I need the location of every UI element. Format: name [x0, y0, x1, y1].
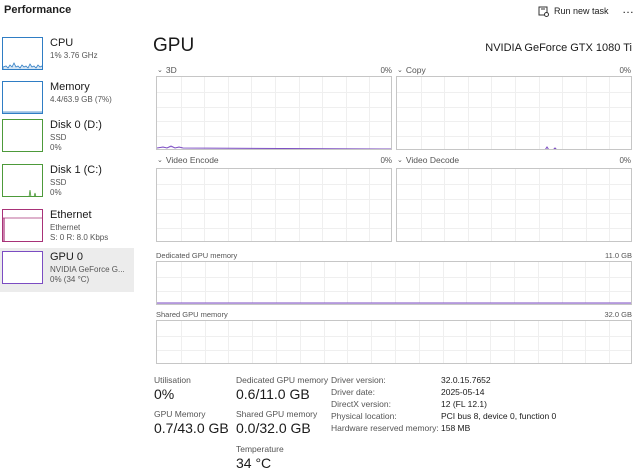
- dedicated-memory-graph: [156, 261, 632, 305]
- sidebar-item-sub: 0% (34 °C): [50, 275, 90, 284]
- sidebar-item-name: Disk 0 (D:): [50, 119, 102, 131]
- gpu-title: GPU: [153, 35, 195, 56]
- sidebar-item-sub: 0%: [50, 143, 62, 152]
- engine-name: Copy: [405, 65, 426, 75]
- more-options-button[interactable]: …: [620, 2, 636, 18]
- shared-memory-stat-value: 0.0/32.0 GB: [236, 420, 311, 436]
- cpu-thumbnail-graph: [2, 37, 43, 70]
- temperature-value: 34 °C: [236, 455, 272, 471]
- shared-memory-stat-label: Shared GPU memory: [236, 409, 318, 419]
- engine-selector-3d[interactable]: ⌄ 3D: [157, 65, 177, 75]
- gpu-memory-label: GPU Memory: [154, 409, 206, 419]
- engine-graph-video-decode: [396, 168, 632, 242]
- sidebar-item-sub: SSD: [50, 178, 67, 187]
- header-bar: Performance Run new task …: [0, 0, 640, 22]
- sidebar-item-gpu-0[interactable]: GPU 0 NVIDIA GeForce G... 0% (34 °C): [0, 248, 134, 292]
- sidebar-item-disk-0[interactable]: Disk 0 (D:) SSD 0%: [0, 116, 134, 160]
- shared-memory-graph: [156, 320, 632, 364]
- shared-memory-max: 32.0 GB: [604, 310, 632, 319]
- sidebar-item-cpu[interactable]: CPU 1% 3.76 GHz: [0, 34, 134, 78]
- physical-location-value: PCI bus 8, device 0, function 0: [441, 411, 557, 421]
- engine-percent: 0%: [380, 66, 392, 75]
- engine-line: [545, 146, 557, 149]
- sidebar-item-name: Memory: [50, 81, 90, 93]
- shared-memory-label: Shared GPU memory: [156, 310, 228, 319]
- engine-percent: 0%: [619, 66, 631, 75]
- engine-graph-3d: [156, 76, 392, 150]
- temperature-label: Temperature: [236, 444, 284, 454]
- sidebar-item-sub: S: 0 R: 8.0 Kbps: [50, 233, 109, 242]
- sidebar: CPU 1% 3.76 GHz Memory 4.4/63.9 GB (7%) …: [0, 30, 136, 473]
- directx-version-key: DirectX version:: [331, 399, 391, 409]
- gpu-model-name: NVIDIA GeForce GTX 1080 Ti: [485, 42, 632, 54]
- dedicated-memory-line: [157, 302, 631, 304]
- sidebar-item-sub: SSD: [50, 133, 67, 142]
- dedicated-memory-label: Dedicated GPU memory: [156, 251, 238, 260]
- physical-location-key: Physical location:: [331, 411, 397, 421]
- sidebar-item-sub: 4.4/63.9 GB (7%): [50, 95, 112, 104]
- dedicated-memory-stat-label: Dedicated GPU memory: [236, 375, 329, 385]
- engine-graph-copy: [396, 76, 632, 150]
- hardware-reserved-memory-key: Hardware reserved memory:: [331, 423, 439, 433]
- memory-thumbnail-graph: [2, 81, 43, 114]
- run-new-task-button[interactable]: Run new task: [538, 3, 609, 19]
- sidebar-item-name: Ethernet: [50, 209, 92, 221]
- run-new-task-label: Run new task: [554, 6, 609, 16]
- engine-selector-video-decode[interactable]: ⌄ Video Decode: [397, 155, 459, 165]
- engine-selector-video-encode[interactable]: ⌄ Video Encode: [157, 155, 219, 165]
- engine-name: 3D: [165, 65, 177, 75]
- graph-grid: [397, 169, 631, 241]
- graph-grid: [157, 169, 391, 241]
- driver-version-key: Driver version:: [331, 375, 386, 385]
- engine-percent: 0%: [619, 156, 631, 165]
- sidebar-item-sub: NVIDIA GeForce G...: [50, 265, 125, 274]
- sidebar-item-name: Disk 1 (C:): [50, 164, 102, 176]
- disk-0-thumbnail-graph: [2, 119, 43, 152]
- page-title: Performance: [4, 4, 72, 16]
- driver-version-value: 32.0.15.7652: [441, 375, 491, 385]
- chevron-down-icon: ⌄: [397, 67, 403, 74]
- run-task-icon: [538, 6, 549, 17]
- graph-grid: [157, 321, 631, 363]
- engine-name: Video Encode: [165, 155, 219, 165]
- engine-percent: 0%: [380, 156, 392, 165]
- gpu-memory-value: 0.7/43.0 GB: [154, 420, 229, 436]
- sidebar-item-name: CPU: [50, 37, 74, 49]
- directx-version-value: 12 (FL 12.1): [441, 399, 487, 409]
- utilisation-label: Utilisation: [154, 375, 191, 385]
- sidebar-item-ethernet[interactable]: Ethernet Ethernet S: 0 R: 8.0 Kbps: [0, 206, 134, 250]
- chevron-down-icon: ⌄: [157, 67, 163, 74]
- driver-date-key: Driver date:: [331, 387, 375, 397]
- sidebar-item-sub: 1% 3.76 GHz: [50, 51, 98, 60]
- engine-selector-copy[interactable]: ⌄ Copy: [397, 65, 426, 75]
- engine-name: Video Decode: [405, 155, 460, 165]
- sidebar-item-disk-1[interactable]: Disk 1 (C:) SSD 0%: [0, 161, 134, 205]
- gpu-0-thumbnail-graph: [2, 251, 43, 284]
- chevron-down-icon: ⌄: [397, 157, 403, 164]
- driver-date-value: 2025-05-14: [441, 387, 485, 397]
- dedicated-memory-stat-value: 0.6/11.0 GB: [236, 386, 310, 402]
- chevron-down-icon: ⌄: [157, 157, 163, 164]
- dedicated-memory-max: 11.0 GB: [605, 251, 632, 260]
- sidebar-item-sub: 0%: [50, 188, 62, 197]
- sidebar-item-sub: Ethernet: [50, 223, 81, 232]
- hardware-reserved-memory-value: 158 MB: [441, 423, 471, 433]
- engine-graph-video-encode: [156, 168, 392, 242]
- utilisation-value: 0%: [154, 386, 175, 402]
- sidebar-item-name: GPU 0: [50, 251, 84, 263]
- ethernet-thumbnail-graph: [2, 209, 43, 242]
- disk-1-thumbnail-graph: [2, 164, 43, 197]
- engine-line: [157, 145, 391, 149]
